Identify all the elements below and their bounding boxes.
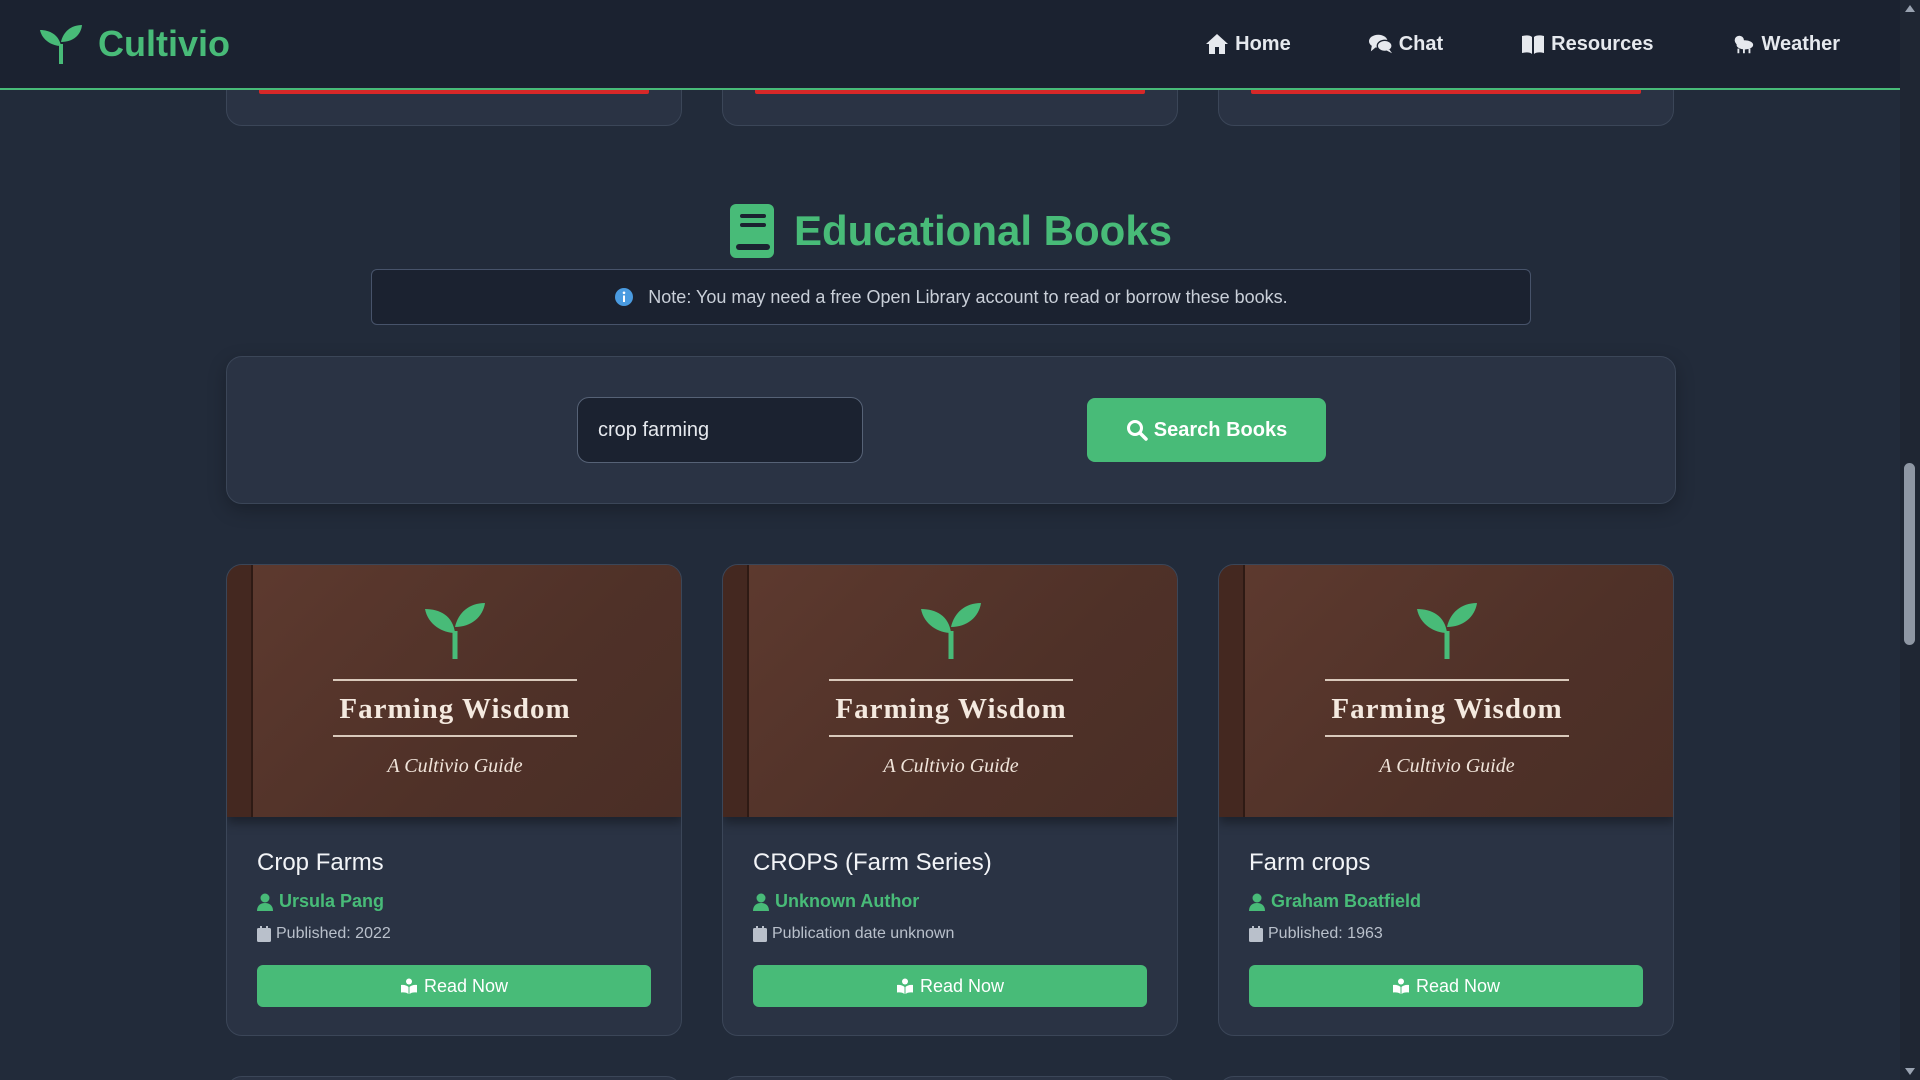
book-author: Unknown Author xyxy=(753,891,919,912)
home-icon xyxy=(1206,34,1229,54)
cover-subtitle: A Cultivio Guide xyxy=(1379,755,1515,777)
nav-resources-link[interactable]: Resources xyxy=(1521,33,1653,56)
info-note: Note: You may need a free Open Library a… xyxy=(371,269,1531,325)
reader-icon xyxy=(1392,978,1409,994)
scroll-down-arrow[interactable] xyxy=(1905,1068,1915,1075)
page-scrollbar[interactable] xyxy=(1900,0,1920,1080)
search-icon xyxy=(1126,420,1148,441)
nav-chat-label: Chat xyxy=(1398,32,1444,55)
book-open-icon xyxy=(1522,35,1545,54)
book-author-name: Ursula Pang xyxy=(279,891,385,911)
cover-title: Farming Wisdom xyxy=(835,693,1067,725)
read-now-label: Read Now xyxy=(1415,975,1501,996)
book-card: Farming Wisdom A Cultivio Guide Crop Far… xyxy=(226,564,682,1036)
book-author: Graham Boatfield xyxy=(1249,891,1421,912)
info-icon xyxy=(615,288,634,306)
cover-subtitle: A Cultivio Guide xyxy=(387,755,523,777)
sprout-icon xyxy=(40,25,82,64)
book-published: Published: 2022 xyxy=(257,925,391,943)
cover-rule xyxy=(829,735,1073,737)
nav-home-link[interactable]: Home xyxy=(1205,33,1291,56)
read-now-label: Read Now xyxy=(423,975,509,996)
search-books-button[interactable]: Search Books xyxy=(1087,398,1326,462)
book-published-text: Publication date unknown xyxy=(772,925,955,942)
cover-rule xyxy=(1325,735,1569,737)
book-card: Farming Wisdom A Cultivio Guide Farm cro… xyxy=(1218,564,1674,1036)
read-now-button[interactable]: Read Now xyxy=(753,965,1147,1007)
search-panel: Search Books xyxy=(226,356,1676,504)
book-published: Published: 1963 xyxy=(1249,925,1383,943)
top-navbar: Cultivio Home Chat Resources Weather xyxy=(0,0,1900,90)
book-published-text: Published: 2022 xyxy=(276,925,391,942)
book-spine xyxy=(723,565,749,817)
user-icon xyxy=(257,893,273,911)
cover-rule xyxy=(333,679,577,681)
next-card xyxy=(722,1076,1178,1080)
calendar-icon xyxy=(1249,926,1263,942)
nav-weather-label: Weather xyxy=(1761,32,1840,55)
book-author-name: Graham Boatfield xyxy=(1271,891,1422,911)
sprout-icon xyxy=(425,603,485,659)
next-card xyxy=(1218,1076,1674,1080)
book-cover: Farming Wisdom A Cultivio Guide xyxy=(723,565,1177,817)
book-author-name: Unknown Author xyxy=(775,891,920,911)
book-cover: Farming Wisdom A Cultivio Guide xyxy=(1219,565,1673,817)
nav-home-label: Home xyxy=(1235,32,1291,55)
cover-title: Farming Wisdom xyxy=(1331,693,1563,725)
cover-rule xyxy=(333,735,577,737)
book-icon xyxy=(729,204,774,258)
book-title: CROPS (Farm Series) xyxy=(753,849,992,876)
nav-chat-link[interactable]: Chat xyxy=(1368,32,1444,56)
next-card xyxy=(226,1076,682,1080)
brand-logo-link[interactable]: Cultivio xyxy=(38,23,230,65)
cover-rule xyxy=(829,679,1073,681)
book-spine xyxy=(227,565,253,817)
sprout-icon xyxy=(1417,603,1477,659)
weather-icon xyxy=(1735,35,1754,54)
sprout-icon xyxy=(921,603,981,659)
user-icon xyxy=(753,893,769,911)
cover-rule xyxy=(1325,679,1569,681)
calendar-icon xyxy=(753,926,767,942)
book-spine xyxy=(1219,565,1245,817)
book-author: Ursula Pang xyxy=(257,891,384,912)
search-books-label: Search Books xyxy=(1153,418,1288,441)
book-title: Farm crops xyxy=(1249,849,1371,876)
nav-weather-link[interactable]: Weather xyxy=(1731,33,1840,56)
chat-icon xyxy=(1368,34,1393,54)
reader-icon xyxy=(896,978,913,994)
section-title: Educational Books xyxy=(793,207,1173,254)
brand-name: Cultivio xyxy=(98,23,230,64)
reader-icon xyxy=(400,978,417,994)
calendar-icon xyxy=(257,926,271,942)
cover-subtitle: A Cultivio Guide xyxy=(883,755,1019,777)
info-note-text: Note: You may need a free Open Library a… xyxy=(648,286,1288,307)
nav-resources-label: Resources xyxy=(1551,32,1654,55)
read-now-button[interactable]: Read Now xyxy=(1249,965,1643,1007)
user-icon xyxy=(1249,893,1265,911)
scroll-thumb[interactable] xyxy=(1904,463,1915,645)
nav-links: Home Chat Resources Weather xyxy=(1127,33,1840,56)
book-published: Publication date unknown xyxy=(753,925,954,943)
cover-title: Farming Wisdom xyxy=(339,693,571,725)
book-title: Crop Farms xyxy=(257,849,384,876)
section-heading: Educational Books xyxy=(0,204,1900,258)
read-now-button[interactable]: Read Now xyxy=(257,965,651,1007)
book-cover: Farming Wisdom A Cultivio Guide xyxy=(227,565,681,817)
book-card: Farming Wisdom A Cultivio Guide CROPS (F… xyxy=(722,564,1178,1036)
book-published-text: Published: 1963 xyxy=(1268,925,1383,942)
scroll-up-arrow[interactable] xyxy=(1905,5,1915,12)
read-now-label: Read Now xyxy=(919,975,1005,996)
book-search-input[interactable] xyxy=(577,397,863,463)
